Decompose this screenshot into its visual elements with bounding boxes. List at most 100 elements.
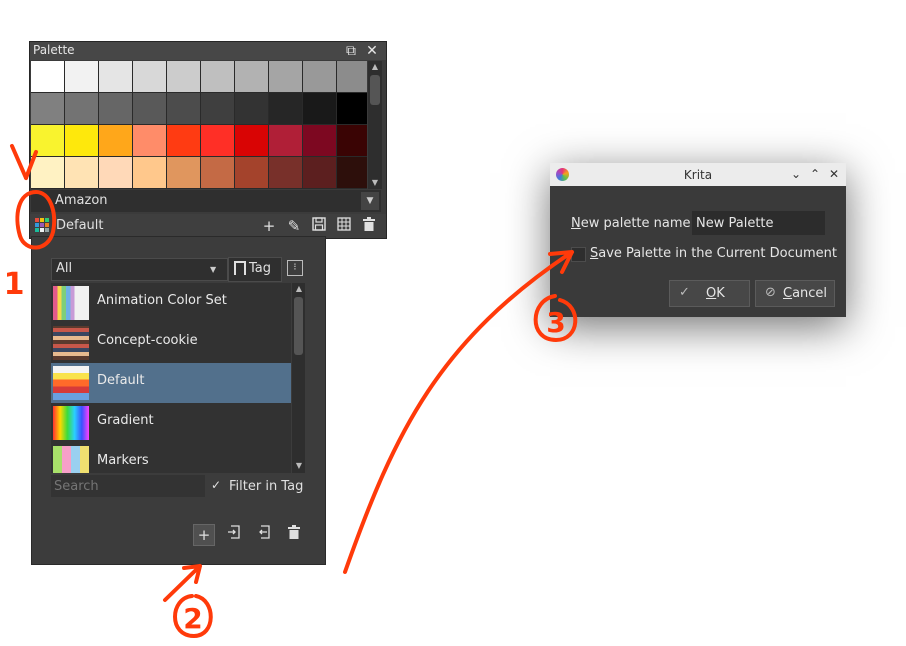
palette-group-dropdown[interactable]: Amazon ▼: [31, 190, 381, 212]
cancel-button[interactable]: ⊘ Cancel: [755, 280, 835, 307]
color-swatch[interactable]: [201, 61, 234, 92]
annotation-number-1: 1: [4, 267, 25, 302]
scroll-thumb[interactable]: [370, 75, 380, 105]
add-swatch-icon[interactable]: +: [260, 217, 278, 235]
color-swatch[interactable]: [201, 93, 234, 124]
color-swatch[interactable]: [201, 157, 234, 188]
palette-thumbnail: [53, 406, 89, 440]
list-item-label: Concept-cookie: [97, 333, 198, 348]
maximize-chevron-icon[interactable]: ⌃: [808, 167, 822, 181]
grid-icon[interactable]: [335, 217, 353, 235]
list-item[interactable]: Gradient: [51, 403, 291, 443]
color-swatch[interactable]: [133, 125, 166, 156]
color-swatch[interactable]: [133, 93, 166, 124]
color-swatch[interactable]: [99, 61, 132, 92]
current-palette-label: Default: [56, 218, 104, 233]
color-swatch[interactable]: [99, 93, 132, 124]
import-icon[interactable]: [224, 524, 244, 544]
add-palette-button[interactable]: +: [193, 524, 215, 546]
annotation-number-2: 2: [183, 602, 202, 635]
trash-icon[interactable]: [360, 217, 378, 235]
save-disk-icon[interactable]: [310, 217, 328, 235]
color-swatch[interactable]: [269, 125, 302, 156]
color-swatch[interactable]: [167, 93, 200, 124]
color-swatch[interactable]: [65, 93, 98, 124]
color-swatch[interactable]: [303, 157, 336, 188]
color-swatch[interactable]: [65, 61, 98, 92]
filter-in-tag-label: Filter in Tag: [229, 479, 304, 494]
scroll-up-icon[interactable]: ▲: [294, 284, 304, 294]
color-swatch[interactable]: [235, 125, 268, 156]
close-icon[interactable]: ✕: [364, 43, 380, 59]
list-item-label: Markers: [97, 453, 149, 468]
trash-icon[interactable]: [284, 524, 304, 544]
color-swatch[interactable]: [235, 61, 268, 92]
tag-button-label: Tag: [249, 261, 272, 276]
palette-name-input[interactable]: [692, 211, 825, 235]
close-icon[interactable]: ✕: [827, 167, 841, 181]
new-palette-dialog: Krita ⌄ ⌃ ✕ New palette name: Save Palet…: [550, 163, 846, 317]
swatch-grid: [31, 61, 367, 189]
color-swatch[interactable]: [269, 93, 302, 124]
color-swatch[interactable]: [235, 93, 268, 124]
palette-docker: Palette ⧉ ✕ ▲ ▼ Amazon ▼ Default + ✎: [29, 41, 387, 239]
color-swatch[interactable]: [99, 157, 132, 188]
search-input[interactable]: [51, 475, 205, 497]
edit-pencil-icon[interactable]: ✎: [285, 217, 303, 235]
color-swatch[interactable]: [269, 61, 302, 92]
color-swatch[interactable]: [269, 157, 302, 188]
float-window-icon[interactable]: ⧉: [343, 43, 359, 59]
color-swatch[interactable]: [167, 125, 200, 156]
color-swatch[interactable]: [31, 61, 64, 92]
color-swatch[interactable]: [201, 125, 234, 156]
color-swatch[interactable]: [303, 125, 336, 156]
scroll-up-icon[interactable]: ▲: [370, 62, 380, 72]
tag-filter-dropdown[interactable]: All ▼: [51, 258, 228, 281]
mini-swatch: [45, 218, 49, 222]
scroll-thumb[interactable]: [294, 297, 303, 355]
color-swatch[interactable]: [99, 125, 132, 156]
tag-button[interactable]: Tag: [228, 257, 282, 282]
ok-button[interactable]: ✓ OK: [669, 280, 750, 307]
palette-thumbnail: [53, 286, 89, 320]
chevron-down-icon: ▼: [210, 265, 217, 274]
color-swatch[interactable]: [337, 61, 367, 92]
mini-swatch: [35, 228, 39, 232]
export-icon[interactable]: [254, 524, 274, 544]
palette-list-scrollbar[interactable]: ▲ ▼: [292, 283, 305, 473]
list-item-label: Default: [97, 373, 145, 388]
palette-name-label: New palette name:: [571, 216, 695, 231]
minimize-chevron-icon[interactable]: ⌄: [789, 167, 803, 181]
color-swatch[interactable]: [31, 93, 64, 124]
chevron-down-icon[interactable]: ▼: [361, 192, 379, 210]
color-swatch[interactable]: [31, 125, 64, 156]
palette-chooser-icon[interactable]: [35, 218, 49, 232]
color-swatch[interactable]: [31, 157, 64, 188]
bookmark-icon: [234, 261, 246, 275]
color-swatch[interactable]: [133, 157, 166, 188]
color-swatch[interactable]: [65, 157, 98, 188]
color-swatch[interactable]: [303, 61, 336, 92]
scroll-down-icon[interactable]: ▼: [294, 461, 304, 471]
filter-in-tag-checkbox[interactable]: ✓: [209, 478, 223, 492]
mini-swatch: [35, 223, 39, 227]
color-swatch[interactable]: [337, 125, 367, 156]
color-swatch[interactable]: [167, 61, 200, 92]
color-swatch[interactable]: [133, 61, 166, 92]
list-item[interactable]: Animation Color Set: [51, 283, 291, 323]
palette-scrollbar[interactable]: ▲ ▼: [368, 61, 382, 189]
list-item-label: Animation Color Set: [97, 293, 227, 308]
save-in-document-checkbox[interactable]: [571, 247, 586, 262]
list-item[interactable]: Concept-cookie: [51, 323, 291, 363]
tag-menu-icon[interactable]: ⁝: [287, 260, 303, 276]
color-swatch[interactable]: [303, 93, 336, 124]
color-swatch[interactable]: [167, 157, 200, 188]
color-swatch[interactable]: [337, 157, 367, 188]
color-swatch[interactable]: [65, 125, 98, 156]
list-item[interactable]: Default: [51, 363, 291, 403]
palette-list: Animation Color Set Concept-cookie Defau…: [51, 283, 291, 473]
list-item[interactable]: Markers: [51, 443, 291, 473]
color-swatch[interactable]: [235, 157, 268, 188]
scroll-down-icon[interactable]: ▼: [370, 178, 380, 188]
color-swatch[interactable]: [337, 93, 367, 124]
